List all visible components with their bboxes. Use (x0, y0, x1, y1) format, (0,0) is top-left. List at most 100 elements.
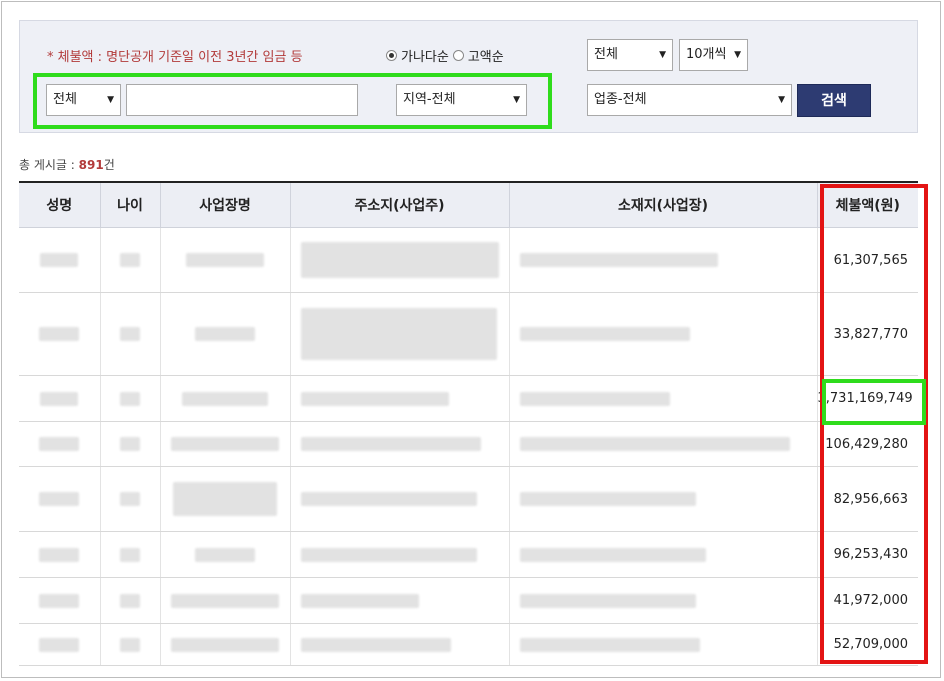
total-count: 총 게시글 : 891건 (19, 156, 115, 173)
redacted-block (120, 593, 140, 608)
owner-address-cell (289, 623, 509, 666)
chevron-down-icon: ▼ (659, 50, 666, 60)
table-row[interactable]: 96,253,430 (19, 531, 918, 578)
business-location-cell (508, 375, 817, 422)
redacted-block (300, 593, 419, 608)
redacted-block (173, 482, 277, 516)
redacted-block (120, 437, 140, 451)
redacted-block (300, 492, 477, 506)
redacted-block (300, 308, 497, 360)
business-location-cell (508, 466, 817, 532)
business-cell (159, 531, 290, 578)
table-row[interactable]: 82,956,663 (19, 466, 918, 532)
age-cell (99, 227, 160, 293)
col-header-age[interactable]: 나이 (99, 183, 160, 228)
top-amount-highlight-box (822, 379, 926, 425)
redacted-block (171, 437, 279, 451)
redacted-block (40, 253, 79, 267)
col-header-business-location[interactable]: 소재지(사업장) (508, 183, 817, 228)
sort-alpha-label[interactable]: 가나다순 (401, 46, 449, 65)
redacted-block (300, 391, 449, 406)
redacted-block (171, 637, 279, 652)
table-row[interactable]: 61,307,565 (19, 227, 918, 293)
redacted-block (120, 391, 140, 406)
redacted-block (39, 547, 80, 562)
page-size-select-value: 10개씩 (686, 47, 727, 62)
table-row[interactable]: 52,709,000 (19, 623, 918, 666)
redacted-block (40, 391, 79, 406)
redacted-block (186, 253, 264, 267)
owner-address-cell (289, 421, 509, 467)
table-row[interactable]: 3,731,169,749 (19, 375, 918, 422)
owner-address-cell (289, 375, 509, 422)
table-row[interactable]: 106,429,280 (19, 421, 918, 467)
table-row[interactable]: 33,827,770 (19, 292, 918, 376)
business-location-cell (508, 421, 817, 467)
sort-alpha-radio[interactable] (386, 50, 397, 61)
business-location-cell (508, 227, 817, 293)
age-cell (99, 466, 160, 532)
owner-address-cell (289, 227, 509, 293)
owner-address-cell (289, 577, 509, 624)
total-count-value: 891 (78, 158, 104, 172)
industry-select-value: 업종-전체 (594, 92, 647, 107)
redacted-block (519, 492, 696, 506)
redacted-block (120, 547, 140, 562)
business-location-cell (508, 623, 817, 666)
owner-address-cell (289, 292, 509, 376)
redacted-block (519, 437, 790, 451)
redacted-block (300, 637, 451, 652)
business-location-cell (508, 292, 817, 376)
redacted-block (39, 327, 80, 341)
industry-select[interactable]: 업종-전체 ▼ (587, 84, 792, 116)
name-cell (19, 292, 100, 376)
redacted-block (120, 253, 140, 267)
redacted-block (39, 593, 80, 608)
sort-amount-radio[interactable] (452, 50, 464, 61)
name-cell (19, 421, 100, 467)
owner-address-cell (289, 531, 509, 578)
business-cell (159, 227, 290, 293)
age-cell (99, 375, 160, 422)
col-header-name[interactable]: 성명 (19, 183, 100, 228)
redacted-block (182, 391, 268, 406)
age-cell (99, 577, 160, 624)
age-cell (99, 421, 160, 467)
redacted-block (519, 327, 690, 341)
col-header-business[interactable]: 사업장명 (159, 183, 290, 228)
redacted-block (120, 492, 140, 506)
business-cell (159, 623, 290, 666)
name-cell (19, 577, 100, 624)
redacted-block (120, 637, 140, 652)
category-select-value: 전체 (594, 47, 618, 62)
business-cell (159, 375, 290, 422)
name-cell (19, 227, 100, 293)
redacted-block (39, 637, 80, 652)
chevron-down-icon: ▼ (734, 50, 741, 60)
redacted-block (519, 593, 696, 608)
total-count-unit: 건 (103, 158, 115, 172)
redacted-block (171, 593, 279, 608)
redacted-block (300, 547, 477, 562)
redacted-block (195, 547, 255, 562)
redacted-block (519, 547, 706, 562)
business-location-cell (508, 577, 817, 624)
page-size-select[interactable]: 10개씩 ▼ (679, 39, 748, 71)
redacted-block (519, 391, 670, 406)
age-cell (99, 292, 160, 376)
search-button[interactable]: 검색 (797, 84, 871, 117)
name-cell (19, 375, 100, 422)
redacted-block (519, 253, 718, 267)
sort-amount-label[interactable]: 고액순 (468, 46, 504, 65)
business-cell (159, 292, 290, 376)
table-header-row: 성명 나이 사업장명 주소지(사업주) 소재지(사업장) 체불액(원) (19, 183, 918, 228)
redacted-block (300, 437, 481, 451)
redacted-block (120, 327, 140, 341)
category-select[interactable]: 전체 ▼ (587, 39, 673, 71)
name-cell (19, 466, 100, 532)
col-header-owner-address[interactable]: 주소지(사업주) (289, 183, 509, 228)
table-row[interactable]: 41,972,000 (19, 577, 918, 624)
chevron-down-icon: ▼ (778, 95, 785, 105)
redacted-block (195, 327, 255, 341)
redacted-block (300, 242, 499, 278)
